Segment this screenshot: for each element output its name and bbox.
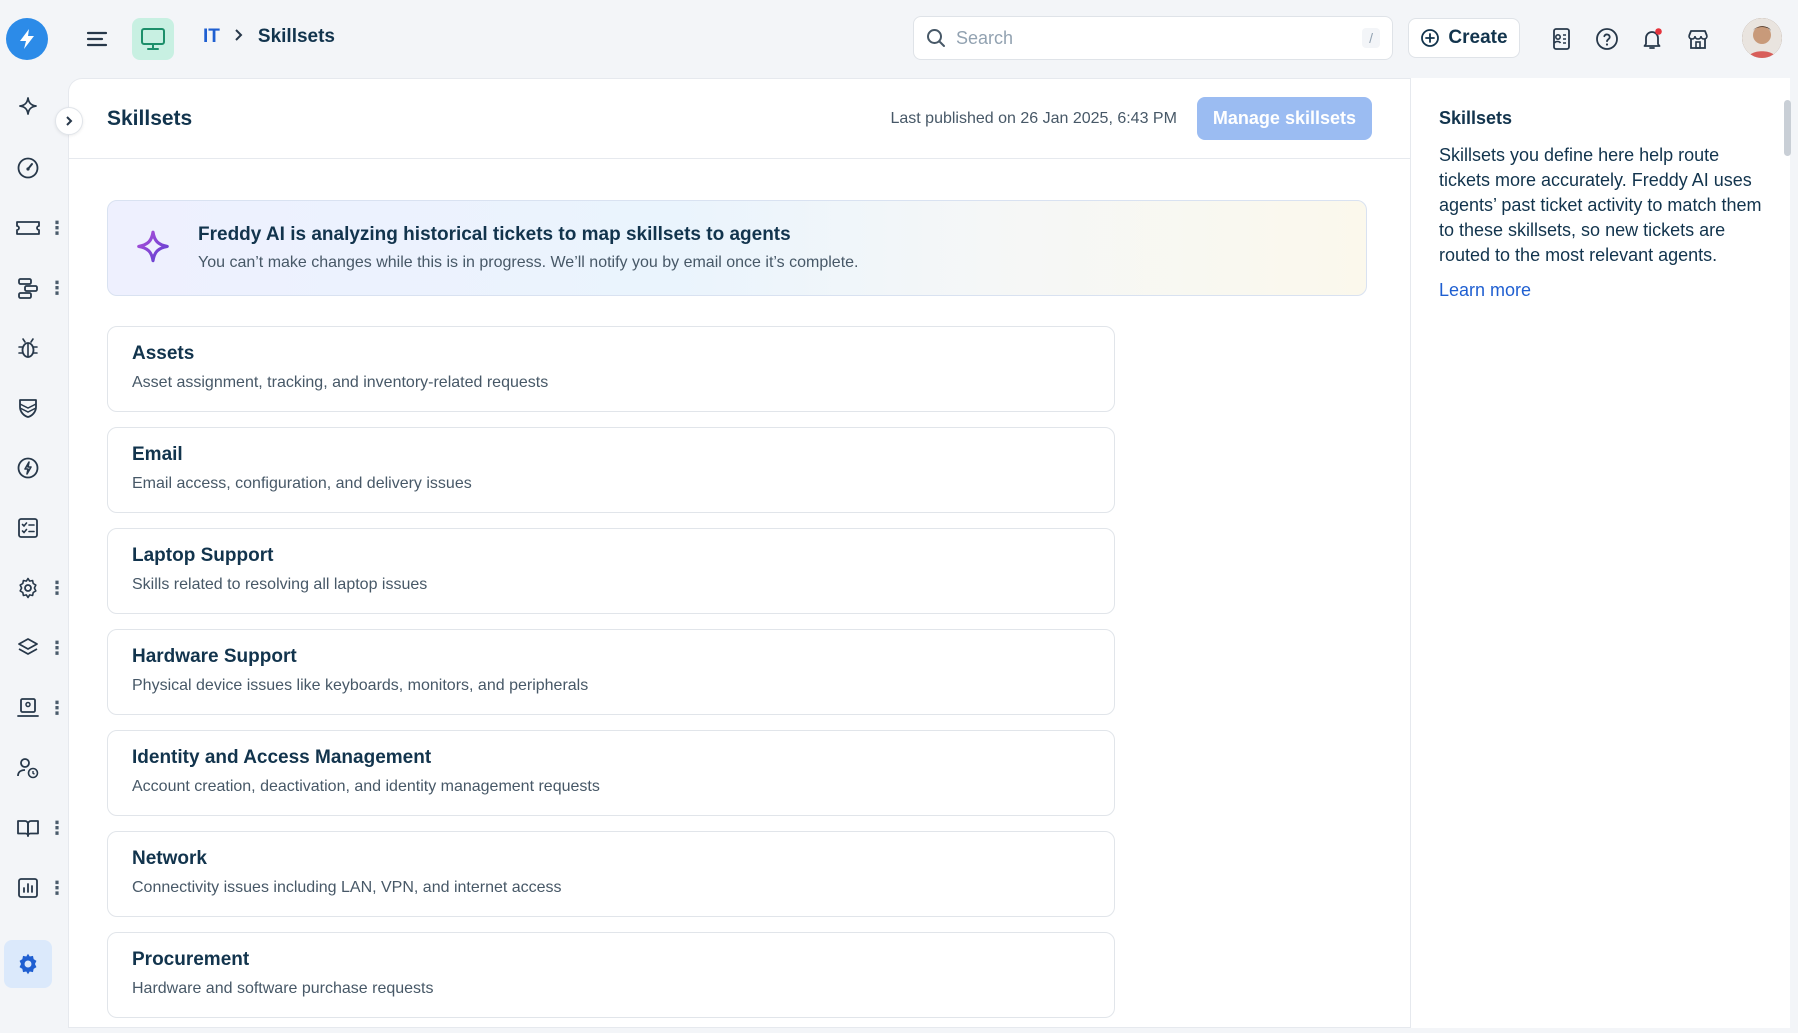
skillset-name: Assets — [132, 343, 195, 364]
more-icon[interactable]: ⋮ — [48, 878, 66, 898]
create-label: Create — [1448, 27, 1508, 48]
app-logo[interactable] — [6, 18, 48, 60]
sidebar-item-admin[interactable] — [4, 940, 52, 988]
cog-icon — [19, 577, 37, 599]
sidebar-item-releases[interactable] — [10, 450, 46, 486]
sidebar-item-automation[interactable] — [10, 570, 46, 606]
avatar[interactable] — [1742, 18, 1782, 58]
contact-card-icon[interactable] — [1546, 24, 1576, 54]
skillset-card[interactable]: Procurement Hardware and software purcha… — [107, 932, 1115, 1018]
sidebar: ⋮ ⋮ ⋮ ⋮ ⋮ ⋮ ⋮ — [0, 78, 68, 1028]
help-panel-body: Skillsets you define here help route tic… — [1439, 145, 1762, 265]
search-input[interactable] — [956, 27, 1363, 49]
more-icon[interactable]: ⋮ — [48, 218, 66, 238]
search-icon — [927, 29, 945, 47]
skillset-description: Hardware and software purchase requests — [132, 980, 434, 997]
page-title: Skillsets — [107, 106, 193, 130]
sparkle-icon — [19, 97, 37, 115]
help-panel-title: Skillsets — [1439, 108, 1513, 128]
sidebar-item-reports[interactable] — [10, 870, 46, 906]
help-icon[interactable] — [1592, 24, 1622, 54]
sidebar-item-tickets[interactable] — [10, 210, 46, 246]
search-shortcut: / — [1362, 28, 1380, 48]
bug-icon — [18, 338, 38, 358]
main-content: Skillsets Last published on 26 Jan 2025,… — [55, 78, 1410, 1028]
scrollbar[interactable] — [1784, 100, 1791, 156]
skillset-description: Account creation, deactivation, and iden… — [132, 778, 600, 795]
settings-icon — [19, 953, 37, 975]
reports-icon — [18, 878, 38, 898]
sidebar-item-freddy[interactable] — [10, 90, 46, 126]
more-icon[interactable]: ⋮ — [48, 278, 66, 298]
sidebar-item-solutions[interactable] — [10, 810, 46, 846]
skillset-card[interactable]: Hardware Support Physical device issues … — [107, 629, 1115, 715]
sidebar-item-dashboard[interactable] — [10, 150, 46, 186]
skillset-card[interactable]: Laptop Support Skills related to resolvi… — [107, 528, 1115, 614]
skillset-card[interactable]: Identity and Access Management Account c… — [107, 730, 1115, 816]
create-button[interactable]: Create — [1408, 18, 1520, 58]
layers-icon — [18, 638, 38, 655]
sidebar-item-problems[interactable] — [10, 330, 46, 366]
user-clock-icon — [17, 758, 39, 779]
sidebar-item-changes[interactable] — [10, 390, 46, 426]
skillset-name: Procurement — [132, 949, 250, 970]
monitor-icon[interactable] — [132, 18, 174, 60]
bolt-logo-icon — [20, 29, 34, 49]
shield-icon — [19, 399, 37, 418]
freddy-sparkle-icon — [108, 229, 198, 267]
breadcrumb-current: Skillsets — [257, 26, 335, 47]
workflow-icon — [18, 278, 38, 299]
banner-subtitle: You can’t make changes while this is in … — [198, 254, 859, 271]
checklist-icon — [18, 518, 38, 538]
skillset-description: Asset assignment, tracking, and inventor… — [132, 374, 549, 391]
skillset-card[interactable]: Network Connectivity issues including LA… — [107, 831, 1115, 917]
sidebar-item-assets[interactable] — [10, 690, 46, 726]
sidebar-item-cmdb[interactable] — [10, 630, 46, 666]
learn-more-link[interactable]: Learn more — [1439, 280, 1531, 301]
manage-skillsets-button[interactable]: Manage skillsets — [1196, 97, 1372, 140]
expand-panel-button[interactable] — [55, 107, 83, 135]
breadcrumb-it[interactable]: IT — [203, 26, 220, 48]
search-bar[interactable]: / — [913, 16, 1393, 60]
page-header: Skillsets Last published on 26 Jan 2025,… — [69, 79, 1410, 159]
more-icon[interactable]: ⋮ — [48, 578, 66, 598]
analysis-banner: Freddy AI is analyzing historical ticket… — [107, 200, 1367, 296]
plus-circle-icon — [1421, 29, 1440, 47]
bell-icon[interactable] — [1637, 24, 1667, 54]
skillset-name: Identity and Access Management — [132, 747, 432, 768]
skillset-description: Skills related to resolving all laptop i… — [132, 576, 428, 593]
laptop-user-icon — [17, 698, 39, 717]
help-panel: Skillsets Skillsets you define here help… — [1410, 78, 1790, 1028]
bolt-circle-icon — [17, 457, 39, 479]
ticket-icon — [16, 221, 40, 235]
skillset-description: Connectivity issues including LAN, VPN, … — [132, 879, 562, 896]
sidebar-item-agents[interactable] — [10, 750, 46, 786]
skillset-card[interactable]: Email Email access, configuration, and d… — [107, 427, 1115, 513]
menu-icon[interactable] — [84, 26, 110, 52]
breadcrumb: IT Skillsets — [203, 26, 335, 48]
sidebar-item-tasks[interactable] — [10, 510, 46, 546]
chevron-right-icon — [234, 28, 244, 47]
skillset-card[interactable]: Assets Asset assignment, tracking, and i… — [107, 326, 1115, 412]
store-icon[interactable] — [1683, 24, 1713, 54]
sidebar-item-workflows[interactable] — [10, 270, 46, 306]
dashboard-icon — [17, 157, 39, 179]
chevron-right-icon — [66, 116, 73, 126]
skillset-description: Email access, configuration, and deliver… — [132, 475, 472, 492]
more-icon[interactable]: ⋮ — [48, 638, 66, 658]
skillset-list: Assets Asset assignment, tracking, and i… — [107, 326, 1115, 1033]
skillset-description: Physical device issues like keyboards, m… — [132, 677, 589, 694]
more-icon[interactable]: ⋮ — [48, 698, 66, 718]
skillset-name: Network — [132, 848, 207, 869]
book-icon — [17, 820, 39, 837]
more-icon[interactable]: ⋮ — [48, 818, 66, 838]
banner-title: Freddy AI is analyzing historical ticket… — [198, 224, 791, 245]
skillset-name: Laptop Support — [132, 545, 274, 566]
skillset-name: Hardware Support — [132, 646, 297, 667]
last-published-text: Last published on 26 Jan 2025, 6:43 PM — [890, 109, 1177, 127]
top-bar: IT Skillsets / Create — [0, 0, 1798, 78]
skillset-name: Email — [132, 444, 183, 465]
